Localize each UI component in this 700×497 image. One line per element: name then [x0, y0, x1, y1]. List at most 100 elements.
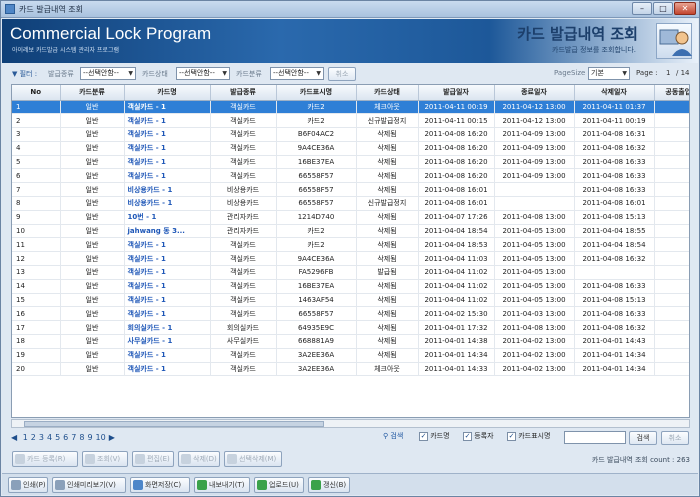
table-cell: 객실카드 [210, 113, 277, 129]
table-cell: 2011-04-08 16:20 [418, 155, 495, 170]
table-cell: 일반 [60, 224, 125, 239]
export-button[interactable]: 내보내기(T) [194, 477, 250, 493]
table-row[interactable]: 19 일반 객실카드 - 1 객실카드 3A2EE36A 삭제됨 2011-04-01 14… [12, 348, 689, 363]
column-header[interactable]: 발급종류 [210, 85, 277, 101]
save-screen-button[interactable]: 화면저장(C) [130, 477, 190, 493]
card-class-select[interactable]: --선택안함-- ▼ [270, 67, 324, 80]
column-header[interactable]: 삭제일자 [574, 85, 655, 101]
column-header[interactable]: 카드명 [124, 85, 211, 101]
filter-cancel-button[interactable]: 취소 [328, 67, 356, 81]
table-row[interactable]: 8 일반 비상용카드 - 1 비상용카드 66558F57 신규발급정지 2011-04-0… [12, 196, 689, 211]
table-cell: 1463AF54 [276, 293, 357, 308]
table-cell [654, 100, 689, 115]
table-row[interactable]: 12 일반 객실카드 - 1 객실카드 9A4CE36A 삭제됨 2011-04-04 11… [12, 251, 689, 267]
table-cell: 11 [12, 237, 61, 253]
table-cell: 객실카드 - 1 [124, 362, 211, 377]
table-cell: 회의실카드 [210, 320, 277, 336]
table-cell: 2011-04-04 18:55 [574, 224, 655, 239]
printer-icon [11, 480, 21, 490]
column-header[interactable]: 종료일자 [494, 85, 575, 101]
page-link[interactable]: 7 [71, 433, 76, 442]
edit-button[interactable]: 편집(E) [132, 451, 174, 467]
delete-button[interactable]: 삭제(D) [178, 451, 220, 467]
table-cell: 일반 [60, 279, 125, 294]
column-header[interactable]: 카드분류 [60, 85, 125, 101]
page-label: Page : [636, 69, 658, 77]
table-cell: 66558F57 [276, 182, 357, 198]
column-header[interactable]: 카드표시명 [276, 85, 357, 101]
prev-page-icon[interactable]: ◀ [11, 433, 17, 442]
checkbox-icon[interactable]: ✓ [419, 431, 428, 441]
checkbox-display-name[interactable]: ✓ 카드표시명 [507, 431, 550, 445]
table-row[interactable]: 6 일반 객실카드 - 1 객실카드 66558F57 삭제됨 2011-04-08 16:… [12, 168, 689, 184]
column-header[interactable]: 카드상태 [356, 85, 419, 101]
table-row[interactable]: 14 일반 객실카드 - 1 객실카드 16BE37EA 삭제됨 2011-04-04 11… [12, 279, 689, 294]
view-button[interactable]: 조회(V) [82, 451, 128, 467]
horizontal-scrollbar[interactable] [11, 419, 690, 428]
register-card-button[interactable]: 카드 등록(R) [12, 451, 78, 467]
checkbox-registrant[interactable]: ✓ 등록자 [463, 431, 494, 445]
checkbox-card-name[interactable]: ✓ 카드명 [419, 431, 450, 445]
page-link[interactable]: 3 [39, 433, 44, 442]
checkbox-icon[interactable]: ✓ [463, 431, 472, 441]
table-row[interactable]: 17 일반 회의실카드 - 1 회의실카드 64935E9C 삭제됨 2011-04-01 … [12, 320, 689, 336]
table-cell: 일반 [60, 196, 125, 211]
table-cell: 신규발급정지 [356, 113, 419, 129]
minimize-button[interactable]: – [632, 2, 652, 15]
table-cell: 2011-04-05 13:00 [494, 265, 575, 280]
column-header[interactable]: No [12, 85, 61, 101]
table-row[interactable]: 7 일반 비상용카드 - 1 비상용카드 66558F57 삭제됨 2011-04-08 1… [12, 182, 689, 198]
table-cell: 3 [12, 127, 61, 142]
table-row[interactable]: 9 일반 10번 - 1 관리자카드 1214D740 삭제됨 2011-04-07 17:… [12, 210, 689, 225]
table-row[interactable]: 13 일반 객실카드 - 1 객실카드 FA5296FB 발급됨 2011-04-04 11… [12, 265, 689, 280]
delete-selected-button[interactable]: 선택삭제(M) [224, 451, 282, 467]
table-row[interactable]: 5 일반 객실카드 - 1 객실카드 16BE37EA 삭제됨 2011-04-08 16:… [12, 155, 689, 170]
refresh-button[interactable]: 갱신(B) [308, 477, 350, 493]
table-cell: 3A2EE36A [276, 362, 357, 377]
table-row[interactable]: 4 일반 객실카드 - 1 객실카드 9A4CE36A 삭제됨 2011-04-08 16:… [12, 141, 689, 156]
page-link[interactable]: 6 [63, 433, 68, 442]
table-cell: 8 [12, 196, 61, 211]
table-cell: 2011-04-07 17:26 [418, 210, 495, 225]
table-cell: 일반 [60, 210, 125, 225]
page-link[interactable]: 4 [47, 433, 52, 442]
table-row[interactable]: 1 일반 객실카드 - 1 객실카드 카드2 체크아웃 2011-04-11 00:19 20… [12, 100, 689, 115]
table-row[interactable]: 11 일반 객실카드 - 1 객실카드 카드2 삭제됨 2011-04-04 18:53 20… [12, 237, 689, 253]
page-link[interactable]: 10 [96, 433, 106, 442]
table-cell: 일반 [60, 320, 125, 336]
search-cancel-button[interactable]: 취소 [661, 431, 689, 445]
checkbox-icon[interactable]: ✓ [507, 431, 516, 441]
table-row[interactable]: 15 일반 객실카드 - 1 객실카드 1463AF54 삭제됨 2011-04-04 11… [12, 293, 689, 308]
page-link[interactable]: 8 [79, 433, 84, 442]
next-page-icon[interactable]: ▶ [109, 433, 115, 442]
table-row[interactable]: 16 일반 객실카드 - 1 객실카드 66558F57 삭제됨 2011-04-02 15… [12, 306, 689, 322]
maximize-button[interactable]: □ [653, 2, 673, 15]
close-button[interactable]: ✕ [674, 2, 696, 15]
page-link[interactable]: 1 [23, 433, 28, 442]
table-row[interactable]: 18 일반 사무실카드 - 1 사무실카드 668881A9 삭제됨 2011-04-01 … [12, 334, 689, 349]
table-cell: 체크아웃 [356, 100, 419, 115]
page-link[interactable]: 2 [31, 433, 36, 442]
table-cell: 2011-04-01 17:32 [418, 320, 495, 336]
search-button[interactable]: 검색 [629, 431, 657, 445]
table-row[interactable]: 3 일반 객실카드 - 1 객실카드 B6F04AC2 삭제됨 2011-04-08 16:… [12, 127, 689, 142]
print-button[interactable]: 인쇄(P) [8, 477, 48, 493]
table-cell: 2011-04-08 13:00 [494, 320, 575, 336]
search-input[interactable] [564, 431, 626, 444]
print-preview-button[interactable]: 인쇄미리보기(V) [52, 477, 126, 493]
column-header[interactable]: 공동출입문 [654, 85, 689, 101]
column-header[interactable]: 발급일자 [418, 85, 495, 101]
pagesize-select[interactable]: 기본 ▼ [588, 67, 630, 80]
table-cell: 2011-04-08 16:33 [574, 182, 655, 198]
scrollbar-thumb[interactable] [24, 421, 324, 427]
table-row[interactable]: 2 일반 객실카드 - 1 객실카드 카드2 신규발급정지 2011-04-11 00:15… [12, 113, 689, 129]
page-link[interactable]: 9 [87, 433, 92, 442]
table-row[interactable]: 20 일반 객실카드 - 1 객실카드 3A2EE36A 체크아웃 2011-04-01 1… [12, 362, 689, 377]
card-state-select[interactable]: --선택안함-- ▼ [176, 67, 230, 80]
upload-button[interactable]: 업로드(U) [254, 477, 304, 493]
table-row[interactable]: 10 일반 jahwang 동 3... 관리자카드 카드2 삭제됨 2011-04-04 … [12, 224, 689, 239]
issue-type-select[interactable]: --선택안함-- ▼ [80, 67, 136, 80]
page-current: 1 [666, 69, 671, 77]
table-cell: 17 [12, 320, 61, 336]
page-link[interactable]: 5 [55, 433, 60, 442]
